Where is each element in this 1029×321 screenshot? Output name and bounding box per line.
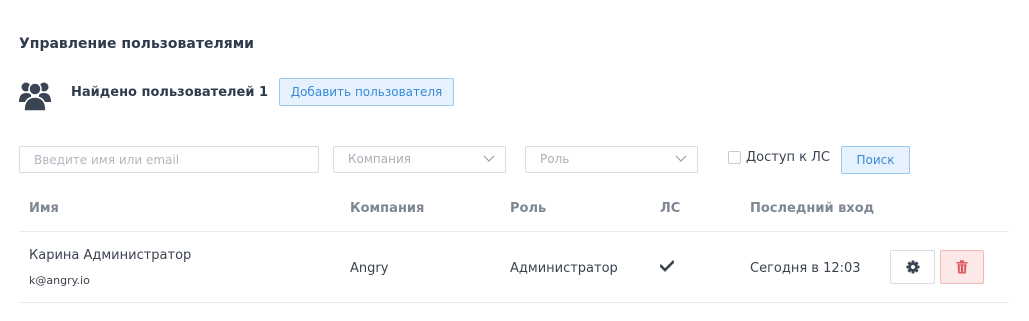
user-name[interactable]: Карина Администратор (29, 248, 191, 263)
company-select-placeholder: Компания (348, 152, 411, 166)
column-header-company[interactable]: Компания (350, 201, 424, 216)
user-company: Angry (350, 261, 389, 276)
add-user-button[interactable]: Добавить пользователя (279, 78, 454, 106)
check-icon (660, 260, 674, 272)
search-input[interactable] (19, 146, 319, 173)
user-email: k@angry.io (29, 274, 90, 287)
column-header-ls[interactable]: ЛС (660, 201, 680, 216)
ls-access-label[interactable]: Доступ к ЛС (746, 150, 830, 165)
role-select[interactable]: Роль (525, 146, 698, 173)
user-last-login: Сегодня в 12:03 (750, 261, 861, 276)
table-row: Карина Администратор k@angry.io Angry Ад… (19, 232, 1009, 303)
role-select-placeholder: Роль (540, 152, 570, 166)
table-header: Имя Компания Роль ЛС Последний вход (19, 190, 1009, 232)
users-icon (19, 82, 51, 112)
company-select[interactable]: Компания (333, 146, 506, 173)
chevron-down-icon (483, 155, 495, 162)
column-header-last-login[interactable]: Последний вход (750, 201, 874, 216)
trash-icon (956, 260, 968, 274)
search-button[interactable]: Поиск (841, 146, 910, 174)
ls-access-checkbox[interactable] (728, 151, 741, 164)
gear-icon (906, 260, 919, 274)
chevron-down-icon (675, 155, 687, 162)
page-title: Управление пользователями (19, 36, 254, 52)
column-header-role[interactable]: Роль (510, 201, 546, 216)
settings-button[interactable] (890, 250, 935, 284)
user-role: Администратор (510, 261, 618, 276)
delete-button[interactable] (940, 250, 984, 284)
users-found-count: Найдено пользователей 1 (71, 85, 269, 100)
column-header-name[interactable]: Имя (29, 201, 59, 216)
